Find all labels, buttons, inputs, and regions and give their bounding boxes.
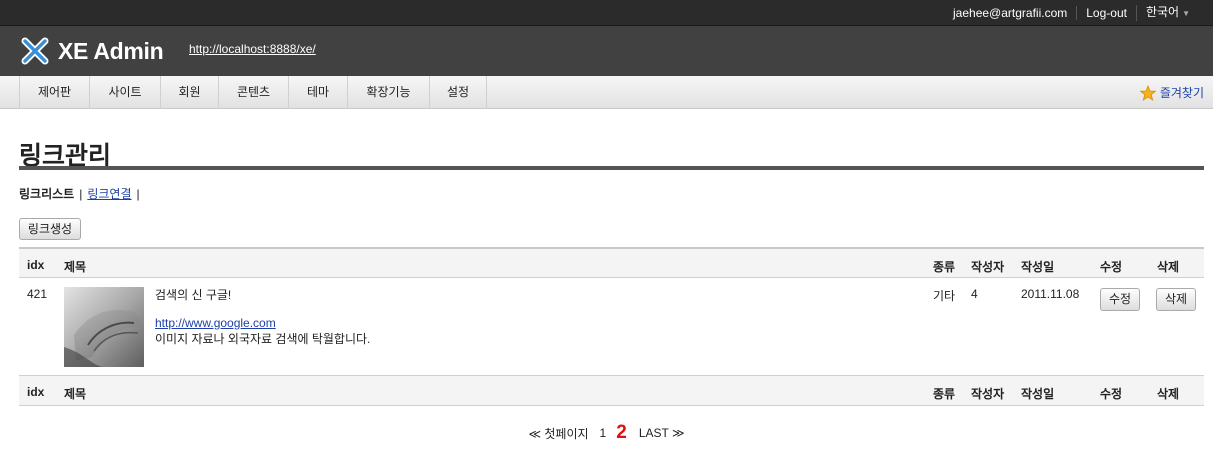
user-email[interactable]: jaehee@artgrafii.com <box>944 6 1076 20</box>
current-page: 2 <box>616 422 627 443</box>
link-description: 이미지 자료나 외국자료 검색에 탁월합니다. <box>155 332 371 346</box>
col-header-title: 제목 <box>64 260 87 274</box>
subnav-link-list[interactable]: 링크리스트 <box>19 185 74 202</box>
col-header-idx: idx <box>27 258 45 272</box>
gnb-item-theme[interactable]: 테마 <box>289 76 348 109</box>
account-bar: jaehee@artgrafii.com Log-out 한국어 ▼ <box>0 0 1213 26</box>
app-title: XE Admin <box>58 37 164 64</box>
gnb-item-dashboard[interactable]: 제어판 <box>20 76 90 109</box>
subnav-separator: | <box>136 186 140 201</box>
pagination: ≪ 첫페이지 1 2 LAST ≫ <box>0 422 1213 444</box>
create-link-button[interactable]: 링크생성 <box>19 218 81 240</box>
col-header-author: 작성자 <box>971 260 1005 274</box>
col-header-delete: 삭제 <box>1157 260 1180 274</box>
table-footer: idx 제목 종류 작성자 작성일 수정 삭제 <box>19 375 1204 406</box>
language-selector[interactable]: 한국어 ▼ <box>1135 5 1199 21</box>
gnb-item-member[interactable]: 회원 <box>161 76 219 109</box>
gnb-item-settings[interactable]: 설정 <box>430 76 487 109</box>
chevron-down-icon: ▼ <box>1182 9 1190 18</box>
logout-link[interactable]: Log-out <box>1076 6 1136 20</box>
row-author: 4 <box>971 287 978 301</box>
subnav-link-connect[interactable]: 링크연결 <box>87 185 131 202</box>
table-row: 421 검색의 신 구글! http://www.google.com 이미지 … <box>19 279 1204 375</box>
link-info: 검색의 신 구글! http://www.google.com 이미지 자료나 … <box>155 287 370 347</box>
star-icon <box>1139 84 1156 101</box>
gnb-menu: 제어판 사이트 회원 콘텐츠 테마 확장기능 설정 <box>19 76 487 109</box>
subnav-separator: | <box>79 186 83 201</box>
col-footer-title: 제목 <box>64 387 87 401</box>
col-footer-delete: 삭제 <box>1157 387 1180 401</box>
col-header-type: 종류 <box>933 260 956 274</box>
page-link-1[interactable]: 1 <box>600 426 607 440</box>
xe-logo-icon <box>21 37 49 65</box>
row-idx: 421 <box>27 287 48 301</box>
col-header-edit: 수정 <box>1100 260 1123 274</box>
sub-navigation: 링크리스트 | 링크연결 | <box>19 185 145 202</box>
xe-logo[interactable]: XE Admin <box>18 34 164 68</box>
account-menu: jaehee@artgrafii.com Log-out 한국어 ▼ <box>944 0 1199 26</box>
first-page-link[interactable]: ≪ 첫페이지 <box>528 425 588 442</box>
delete-button[interactable]: 삭제 <box>1156 288 1196 311</box>
table-header: idx 제목 종류 작성자 작성일 수정 삭제 <box>19 247 1204 278</box>
title-divider <box>19 166 1204 170</box>
col-footer-idx: idx <box>27 385 45 399</box>
gnb-item-content[interactable]: 콘텐츠 <box>219 76 289 109</box>
col-footer-date: 작성일 <box>1021 387 1055 401</box>
site-url-link[interactable]: http://localhost:8888/xe/ <box>189 42 316 56</box>
col-header-date: 작성일 <box>1021 260 1055 274</box>
col-footer-type: 종류 <box>933 387 956 401</box>
link-thumbnail <box>64 287 144 367</box>
row-type: 기타 <box>933 289 956 303</box>
language-label: 한국어 <box>1145 5 1180 19</box>
col-footer-edit: 수정 <box>1100 387 1123 401</box>
link-url[interactable]: http://www.google.com <box>155 315 370 331</box>
praying-hands-image <box>64 287 144 367</box>
gnb-item-site[interactable]: 사이트 <box>90 76 161 109</box>
col-footer-author: 작성자 <box>971 387 1005 401</box>
admin-header: XE Admin http://localhost:8888/xe/ <box>0 26 1213 76</box>
favorites-link[interactable]: 즐겨찾기 <box>1160 84 1204 101</box>
link-title: 검색의 신 구글! <box>155 288 232 302</box>
gnb-item-extension[interactable]: 확장기능 <box>348 76 430 109</box>
last-page-link[interactable]: LAST ≫ <box>639 426 685 440</box>
favorites[interactable]: 즐겨찾기 <box>1139 76 1204 109</box>
global-nav: 제어판 사이트 회원 콘텐츠 테마 확장기능 설정 즐겨찾기 <box>0 76 1213 109</box>
edit-button[interactable]: 수정 <box>1100 288 1140 311</box>
row-date: 2011.11.08 <box>1021 287 1080 301</box>
